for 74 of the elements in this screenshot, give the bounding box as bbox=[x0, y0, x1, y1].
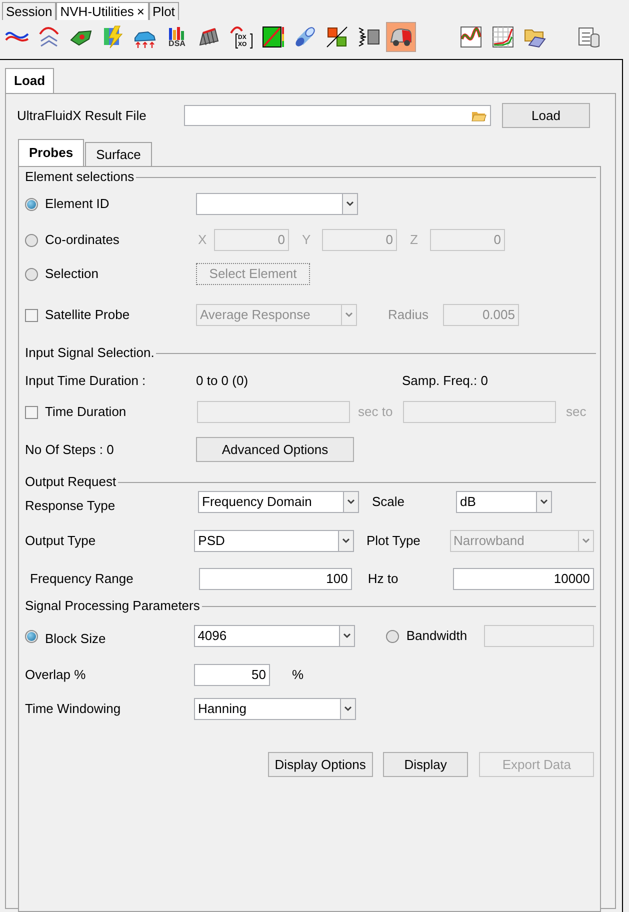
database-list-icon bbox=[577, 25, 601, 49]
spring-box-icon bbox=[357, 25, 381, 49]
checkbox[interactable] bbox=[25, 308, 38, 322]
wave-lines-icon bbox=[37, 25, 61, 49]
dropdown[interactable]: 4096 bbox=[194, 625, 356, 647]
input-field[interactable]: 50 bbox=[194, 664, 270, 686]
field-label: Z bbox=[409, 231, 419, 250]
field-label: % bbox=[291, 666, 304, 684]
field-label: Frequency Range bbox=[29, 570, 134, 588]
button[interactable]: Display bbox=[382, 752, 468, 777]
field-label: sec bbox=[565, 403, 586, 422]
radio-button[interactable] bbox=[25, 268, 38, 280]
field-label: No Of Steps : 0 bbox=[25, 440, 115, 459]
dropdown[interactable]: dB bbox=[456, 491, 552, 513]
field-label: Co-ordinates bbox=[45, 231, 120, 250]
section-title: Signal Processing Parameters bbox=[25, 597, 200, 616]
field-label: Selection bbox=[45, 265, 98, 284]
field-label: sec to bbox=[357, 403, 394, 422]
field-label: Overlap % bbox=[25, 666, 87, 684]
dropdown[interactable]: PSD bbox=[194, 530, 354, 552]
line-chart-icon bbox=[459, 25, 483, 49]
cylinder-icon bbox=[293, 25, 317, 49]
input-field[interactable] bbox=[484, 625, 594, 647]
radio-button[interactable] bbox=[25, 630, 38, 642]
field-label: Bandwidth bbox=[406, 627, 468, 646]
tab[interactable]: NVH-Utilities × bbox=[56, 2, 149, 20]
input-field[interactable]: 100 bbox=[199, 568, 352, 590]
field-label: 0 to 0 (0) bbox=[196, 372, 250, 390]
field-label: Scale bbox=[371, 493, 406, 512]
field-label: Time Windowing bbox=[25, 700, 122, 718]
field-label: Y bbox=[301, 231, 312, 250]
tab[interactable]: Load bbox=[5, 68, 54, 93]
input-field[interactable] bbox=[403, 401, 556, 423]
split-cubes-icon bbox=[325, 25, 349, 49]
field-label: Element ID bbox=[45, 195, 110, 214]
section-title: Output Request bbox=[25, 473, 116, 492]
button[interactable]: Advanced Options bbox=[196, 437, 354, 462]
dropdown[interactable]: Frequency Domain bbox=[198, 491, 359, 513]
bracket-icon bbox=[229, 25, 253, 49]
input-field[interactable] bbox=[197, 401, 350, 423]
radio-button[interactable] bbox=[25, 198, 38, 210]
dropdown[interactable]: Hanning bbox=[194, 698, 356, 720]
field-label: UltraFluidX Result File bbox=[17, 106, 148, 125]
radio-button[interactable] bbox=[25, 234, 38, 246]
toolbar-button[interactable]: DSA bbox=[162, 22, 192, 52]
section-title: Element selections bbox=[25, 168, 134, 186]
field-label: Radius bbox=[388, 306, 430, 324]
toolbar-button[interactable] bbox=[386, 22, 416, 52]
diagonal-square-icon bbox=[261, 25, 285, 49]
grid-chart-icon bbox=[491, 25, 515, 49]
dropdown[interactable] bbox=[196, 193, 358, 215]
field-label: Input Time Duration : bbox=[25, 372, 147, 390]
field-label: Output Type bbox=[25, 532, 97, 550]
field-label: Samp. Freq.: 0 bbox=[402, 372, 488, 390]
file-field[interactable] bbox=[184, 105, 491, 126]
field-label: X bbox=[197, 231, 208, 250]
field-label: Time Duration bbox=[45, 403, 126, 422]
close-icon[interactable]: × bbox=[136, 5, 145, 18]
lightning-icon bbox=[101, 25, 125, 49]
button[interactable]: Display Options bbox=[268, 752, 373, 777]
field-label: Response Type bbox=[25, 497, 116, 516]
section-title: Input Signal Selection. bbox=[25, 344, 154, 362]
load-button[interactable]: Load bbox=[502, 103, 590, 128]
field-label: Plot Type bbox=[365, 532, 422, 550]
icon-label: DSA bbox=[168, 40, 186, 48]
field-label: Hz to bbox=[366, 570, 400, 588]
field-label: Block Size bbox=[45, 630, 106, 648]
input-field[interactable]: 10000 bbox=[452, 568, 594, 590]
tab[interactable]: Session bbox=[2, 2, 56, 20]
field-label: Satellite Probe bbox=[45, 306, 130, 324]
tab[interactable]: Plot bbox=[148, 2, 179, 20]
radio-button[interactable] bbox=[386, 630, 400, 642]
tab[interactable]: Probes bbox=[18, 139, 84, 166]
checkbox[interactable] bbox=[25, 406, 38, 418]
